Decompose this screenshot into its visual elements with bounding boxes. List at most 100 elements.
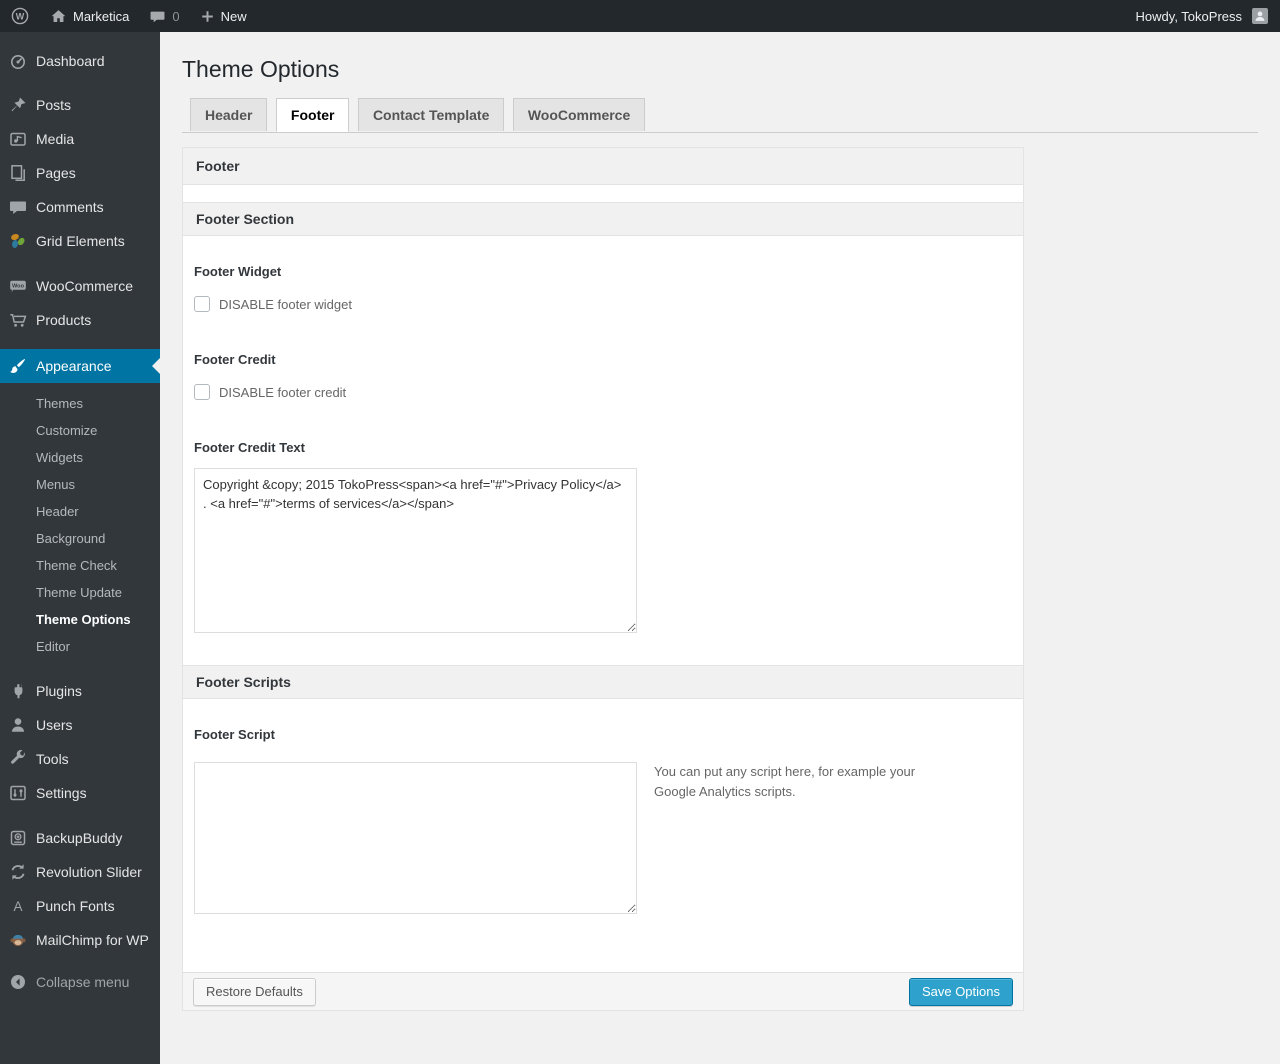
footer-widget-label: Footer Widget (194, 264, 282, 279)
sidebar-item-label: Pages (36, 165, 76, 181)
save-options-button[interactable]: Save Options (908, 977, 1013, 1006)
sidebar-item-grid-elements[interactable]: Grid Elements (0, 224, 160, 258)
sidebar-item-products[interactable]: Products (0, 303, 160, 337)
sidebar-item-settings[interactable]: Settings (0, 776, 160, 810)
footer-credit-text-label: Footer Credit Text (194, 440, 305, 455)
theme-options-panel: Footer Footer Section Footer Widget DISA… (182, 147, 1024, 1011)
collapse-icon (8, 972, 28, 992)
sidebar-item-label: Appearance (36, 358, 112, 374)
footer-scripts-body: Footer Script You can put any script her… (183, 699, 1023, 972)
submenu-item-themes[interactable]: Themes (0, 390, 160, 417)
disable-footer-credit-text[interactable]: DISABLE footer credit (219, 385, 346, 400)
dashboard-icon (8, 51, 28, 71)
media-icon (8, 129, 28, 149)
sidebar-item-label: Tools (36, 751, 69, 767)
new-label: New (220, 8, 247, 24)
comments-icon (8, 197, 28, 217)
backupbuddy-icon (8, 828, 28, 848)
pages-icon (8, 163, 28, 183)
sidebar-item-mailchimp[interactable]: MailChimp for WP (0, 923, 160, 957)
submenu-item-widgets[interactable]: Widgets (0, 444, 160, 471)
sidebar-item-posts[interactable]: Posts (0, 88, 160, 122)
sidebar-item-label: Posts (36, 97, 72, 113)
sidebar-item-label: Grid Elements (36, 233, 125, 249)
collapse-menu-button[interactable]: Collapse menu (0, 965, 160, 999)
avatar[interactable] (1252, 8, 1268, 24)
howdy-account-link[interactable]: Howdy, TokoPress (1134, 0, 1244, 32)
appearance-icon (8, 356, 28, 376)
sidebar-item-label: Revolution Slider (36, 864, 142, 880)
submenu-item-customize[interactable]: Customize (0, 417, 160, 444)
svg-text:W: W (16, 11, 25, 21)
sidebar-item-plugins[interactable]: Plugins (0, 674, 160, 708)
woocommerce-icon: Woo (8, 276, 28, 296)
comments-shortcut[interactable]: 0 (139, 0, 189, 32)
sidebar-item-backupbuddy[interactable]: BackupBuddy (0, 821, 160, 855)
wordpress-logo-icon: W (10, 6, 30, 26)
svg-text:A: A (13, 899, 22, 914)
mailchimp-icon (8, 930, 28, 950)
submenu-item-background[interactable]: Background (0, 525, 160, 552)
sidebar-item-tools[interactable]: Tools (0, 742, 160, 776)
sidebar-item-label: Users (36, 717, 73, 733)
wordpress-menu[interactable]: W (0, 0, 40, 32)
admin-bar: W Marketica 0 New Howdy, TokoPress (0, 0, 1280, 32)
admin-sidebar: Dashboard Posts Media Pages Comments Gri… (0, 32, 160, 1064)
sidebar-item-comments[interactable]: Comments (0, 190, 160, 224)
disable-footer-widget-text[interactable]: DISABLE footer widget (219, 297, 352, 312)
tab-footer[interactable]: Footer (275, 98, 350, 132)
sidebar-item-label: Plugins (36, 683, 82, 699)
sidebar-item-label: Products (36, 312, 92, 328)
sidebar-item-punch-fonts[interactable]: A Punch Fonts (0, 889, 160, 923)
sidebar-item-label: Media (36, 131, 75, 147)
footer-credit-textarea[interactable]: Copyright &copy; 2015 TokoPress<span><a … (194, 468, 637, 633)
sidebar-item-media[interactable]: Media (0, 122, 160, 156)
sidebar-item-appearance[interactable]: Appearance (0, 349, 160, 383)
svg-text:Woo: Woo (12, 284, 25, 290)
sidebar-item-pages[interactable]: Pages (0, 156, 160, 190)
disable-footer-credit-checkbox[interactable] (194, 384, 210, 400)
disable-footer-widget-checkbox[interactable] (194, 296, 210, 312)
submenu-item-header[interactable]: Header (0, 498, 160, 525)
submenu-item-theme-options[interactable]: Theme Options (0, 606, 160, 633)
wordpress-admin-screen: W Marketica 0 New Howdy, TokoPress Dashb… (0, 0, 1280, 1064)
new-content-menu[interactable]: New (190, 0, 257, 32)
submenu-item-menus[interactable]: Menus (0, 471, 160, 498)
sidebar-item-dashboard[interactable]: Dashboard (0, 44, 160, 78)
panel-footer-bar: Restore Defaults Save Options (183, 972, 1023, 1010)
comment-count: 0 (172, 8, 180, 24)
submenu-item-theme-check[interactable]: Theme Check (0, 552, 160, 579)
sidebar-item-revolution-slider[interactable]: Revolution Slider (0, 855, 160, 889)
collapse-menu-label: Collapse menu (36, 974, 130, 990)
footer-script-label: Footer Script (194, 727, 275, 742)
restore-defaults-button[interactable]: Restore Defaults (193, 977, 316, 1006)
sidebar-item-label: Comments (36, 199, 104, 215)
tab-contact-template[interactable]: Contact Template (357, 98, 505, 131)
plugins-icon (8, 681, 28, 701)
footer-scripts-heading: Footer Scripts (183, 665, 1023, 699)
plus-icon (200, 9, 215, 24)
revolution-slider-icon (8, 862, 28, 882)
main-content: Theme Options Header Footer Contact Temp… (160, 32, 1280, 1064)
panel-spacer (183, 185, 1023, 202)
sidebar-item-woocommerce[interactable]: Woo WooCommerce (0, 269, 160, 303)
users-icon (8, 715, 28, 735)
submenu-item-theme-update[interactable]: Theme Update (0, 579, 160, 606)
tools-icon (8, 749, 28, 769)
site-name-label: Marketica (73, 8, 130, 24)
footer-section-heading: Footer Section (183, 202, 1023, 236)
site-name-link[interactable]: Marketica (40, 0, 139, 32)
appearance-submenu: Themes Customize Widgets Menus Header Ba… (0, 383, 160, 667)
submenu-item-editor[interactable]: Editor (0, 633, 160, 660)
tab-woocommerce[interactable]: WooCommerce (512, 98, 646, 131)
footer-script-help-text: You can put any script here, for example… (654, 764, 916, 800)
tab-header[interactable]: Header (190, 98, 268, 131)
sidebar-item-label: MailChimp for WP (36, 932, 149, 948)
posts-icon (8, 95, 28, 115)
sidebar-item-users[interactable]: Users (0, 708, 160, 742)
tab-bar: Header Footer Contact Template WooCommer… (182, 98, 1258, 133)
sidebar-item-label: Settings (36, 785, 87, 801)
home-icon (50, 8, 67, 25)
footer-script-textarea[interactable] (194, 762, 637, 914)
panel-title: Footer (183, 148, 1023, 185)
